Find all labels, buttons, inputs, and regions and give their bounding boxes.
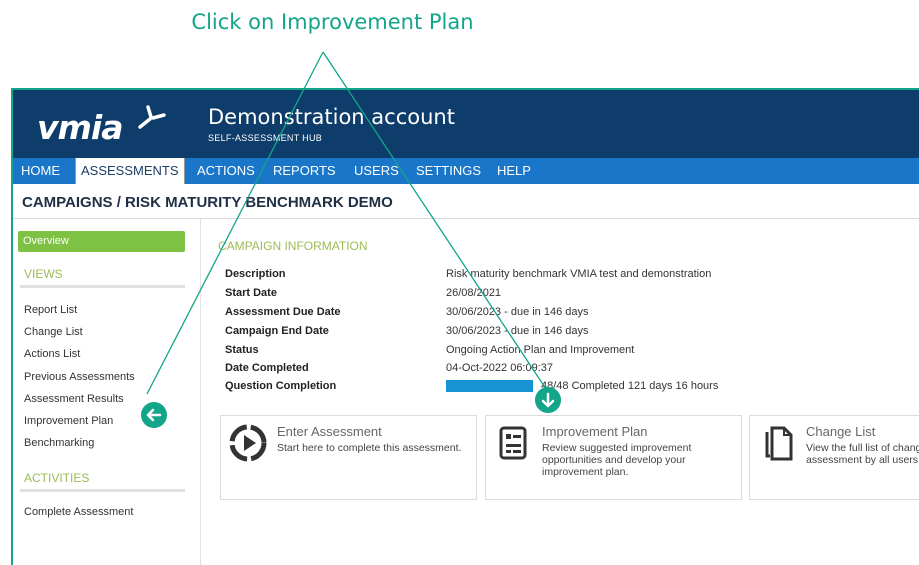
pointer-line-right bbox=[322, 51, 549, 393]
arrow-left-icon bbox=[141, 402, 167, 428]
annotation-overlay bbox=[146, 51, 549, 395]
arrow-down-icon bbox=[535, 387, 561, 413]
pointer-line-left bbox=[146, 51, 324, 395]
